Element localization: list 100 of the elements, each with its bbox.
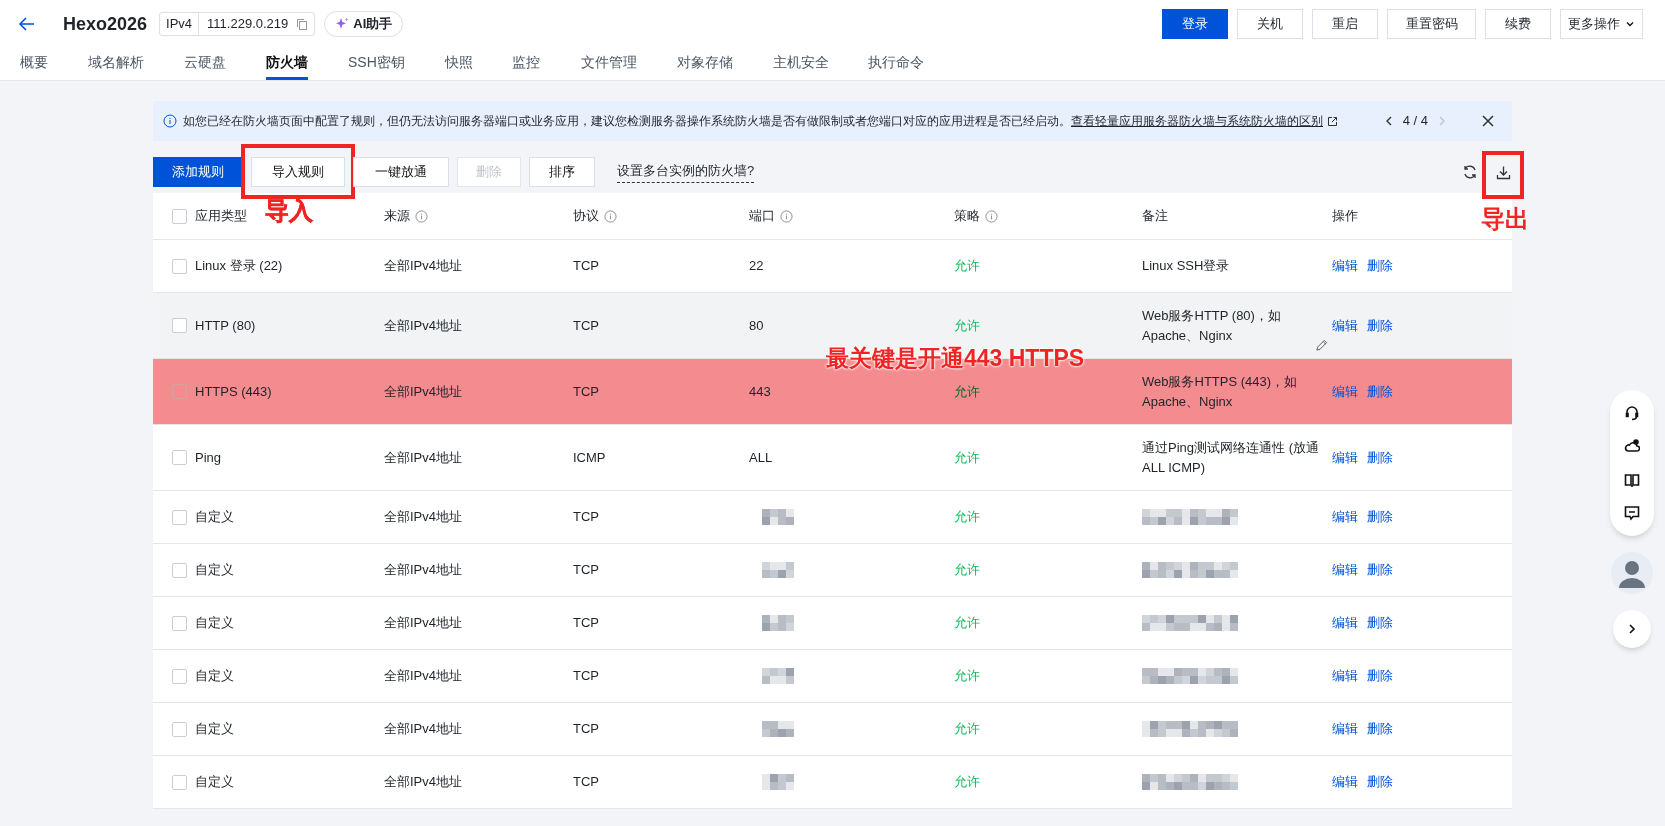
info-icon[interactable] — [985, 209, 998, 223]
action-link[interactable]: 编辑 — [1332, 507, 1358, 527]
book-icon[interactable] — [1624, 471, 1640, 488]
action-link[interactable]: 编辑 — [1332, 719, 1358, 739]
tab[interactable]: 文件管理 — [581, 48, 637, 80]
header-button[interactable]: 更多操作 — [1560, 9, 1643, 39]
action-link[interactable]: 删除 — [1367, 256, 1393, 276]
checkbox[interactable] — [172, 450, 187, 465]
action-link[interactable]: 编辑 — [1332, 666, 1358, 686]
header-button[interactable]: 重启 — [1312, 9, 1378, 39]
info-icon[interactable] — [415, 209, 428, 223]
action-link[interactable]: 删除 — [1367, 560, 1393, 580]
notice-link[interactable]: 查看轻量应用服务器防火墙与系统防火墙的区别 — [1071, 114, 1323, 128]
edit-icon[interactable] — [1315, 338, 1328, 352]
table-cell-text: 全部IPv4地址 — [384, 257, 463, 276]
table-cell-text: 全部IPv4地址 — [384, 382, 463, 401]
ai-assistant-button[interactable]: AI助手 — [324, 11, 404, 37]
table-cell-text: 允许 — [954, 773, 981, 792]
tab[interactable]: SSH密钥 — [348, 48, 405, 80]
action-link[interactable]: 删除 — [1367, 613, 1393, 633]
table-cell-text: TCP — [573, 561, 600, 580]
tab[interactable]: 主机安全 — [773, 48, 829, 80]
info-icon — [163, 114, 177, 128]
table-cell-text: 全部IPv4地址 — [384, 773, 463, 792]
copy-icon[interactable] — [296, 18, 309, 30]
tab[interactable]: 监控 — [512, 48, 540, 80]
table-cell-text: TCP — [573, 257, 600, 276]
info-icon[interactable] — [780, 209, 793, 223]
table-cell-text: ICMP — [573, 448, 607, 467]
action-link[interactable]: 删除 — [1367, 315, 1393, 336]
cloud-icon[interactable] — [1624, 438, 1640, 455]
checkbox[interactable] — [172, 562, 187, 578]
table-cell-text: 全部IPv4地址 — [384, 667, 463, 686]
checkbox[interactable] — [172, 208, 187, 224]
header-button[interactable]: 登录 — [1162, 9, 1228, 39]
checkbox[interactable] — [172, 509, 187, 525]
action-link[interactable]: 删除 — [1367, 447, 1393, 468]
tab[interactable]: 执行命令 — [868, 48, 924, 80]
action-link[interactable]: 编辑 — [1332, 772, 1358, 792]
checkbox[interactable] — [172, 318, 187, 333]
table-cell-text: 自定义 — [195, 561, 235, 580]
action-link[interactable]: 删除 — [1367, 719, 1393, 739]
column-header: 策略 — [954, 207, 980, 226]
action-link[interactable]: 编辑 — [1332, 560, 1358, 580]
table-cell-text: 允许 — [954, 316, 981, 335]
column-header: 操作 — [1332, 207, 1358, 226]
checkbox[interactable] — [172, 774, 187, 790]
expand-button[interactable] — [1613, 610, 1651, 648]
action-link[interactable]: 编辑 — [1332, 613, 1358, 633]
checkbox[interactable] — [172, 258, 187, 274]
checkbox[interactable] — [172, 721, 187, 737]
table-cell-text: 允许 — [954, 382, 981, 401]
header-button[interactable]: 关机 — [1237, 9, 1303, 39]
tab[interactable]: 防火墙 — [266, 48, 308, 80]
external-link-icon[interactable] — [1327, 115, 1338, 127]
multi-instance-firewall-link[interactable]: 设置多台实例的防火墙? — [617, 160, 755, 184]
toolbar-button[interactable]: 一键放通 — [353, 157, 449, 187]
tab[interactable]: 对象存储 — [677, 48, 733, 80]
action-link[interactable]: 编辑 — [1332, 315, 1358, 336]
action-link[interactable]: 删除 — [1367, 507, 1393, 527]
table-cell-text: 自定义 — [195, 667, 235, 686]
header-button[interactable]: 重置密码 — [1387, 9, 1476, 39]
action-link[interactable]: 编辑 — [1332, 447, 1358, 468]
table-cell-text: 443 — [749, 382, 772, 401]
info-icon[interactable] — [604, 209, 617, 223]
tab[interactable]: 概要 — [20, 48, 48, 80]
toolbar-button[interactable]: 导入规则 — [251, 157, 345, 187]
avatar[interactable] — [1611, 552, 1653, 594]
action-link[interactable]: 编辑 — [1332, 256, 1358, 276]
instance-title: Hexo2026 — [63, 12, 148, 36]
table-cell-text: Linux SSH登录 — [1142, 257, 1231, 275]
headset-icon[interactable] — [1624, 404, 1640, 421]
action-link[interactable]: 删除 — [1367, 666, 1393, 686]
header-button[interactable]: 续费 — [1485, 9, 1551, 39]
table-cell-text: 允许 — [954, 561, 981, 580]
table-cell-text: ALL — [749, 448, 774, 467]
tab[interactable]: 云硬盘 — [184, 48, 226, 80]
tab[interactable]: 域名解析 — [88, 48, 144, 80]
checkbox[interactable] — [172, 384, 187, 399]
checkbox[interactable] — [172, 615, 187, 631]
caret-icon — [1625, 19, 1635, 29]
chevron-right-icon — [1627, 624, 1637, 634]
tab[interactable]: 快照 — [445, 48, 473, 80]
download-icon[interactable] — [1495, 164, 1511, 180]
checkbox[interactable] — [172, 668, 187, 684]
annotation-label: 导出 — [1481, 203, 1529, 234]
action-link[interactable]: 删除 — [1367, 772, 1393, 792]
back-arrow-icon[interactable] — [18, 15, 36, 33]
refresh-icon[interactable] — [1462, 164, 1478, 180]
chat-icon[interactable] — [1624, 505, 1640, 522]
table-cell-text: Web服务HTTP (80)，如Apache、Nginx — [1142, 306, 1282, 345]
toolbar-button[interactable]: 添加规则 — [153, 157, 243, 187]
table-cell-text: TCP — [573, 508, 600, 527]
table-cell-text: 全部IPv4地址 — [384, 508, 463, 527]
table-cell-text: Linux 登录 (22) — [195, 257, 284, 276]
close-icon[interactable] — [1482, 115, 1494, 127]
toolbar-button[interactable]: 排序 — [529, 157, 595, 187]
table-cell-text: Ping — [195, 448, 223, 467]
table-cell-text: TCP — [573, 382, 600, 401]
column-header: 协议 — [573, 207, 599, 226]
